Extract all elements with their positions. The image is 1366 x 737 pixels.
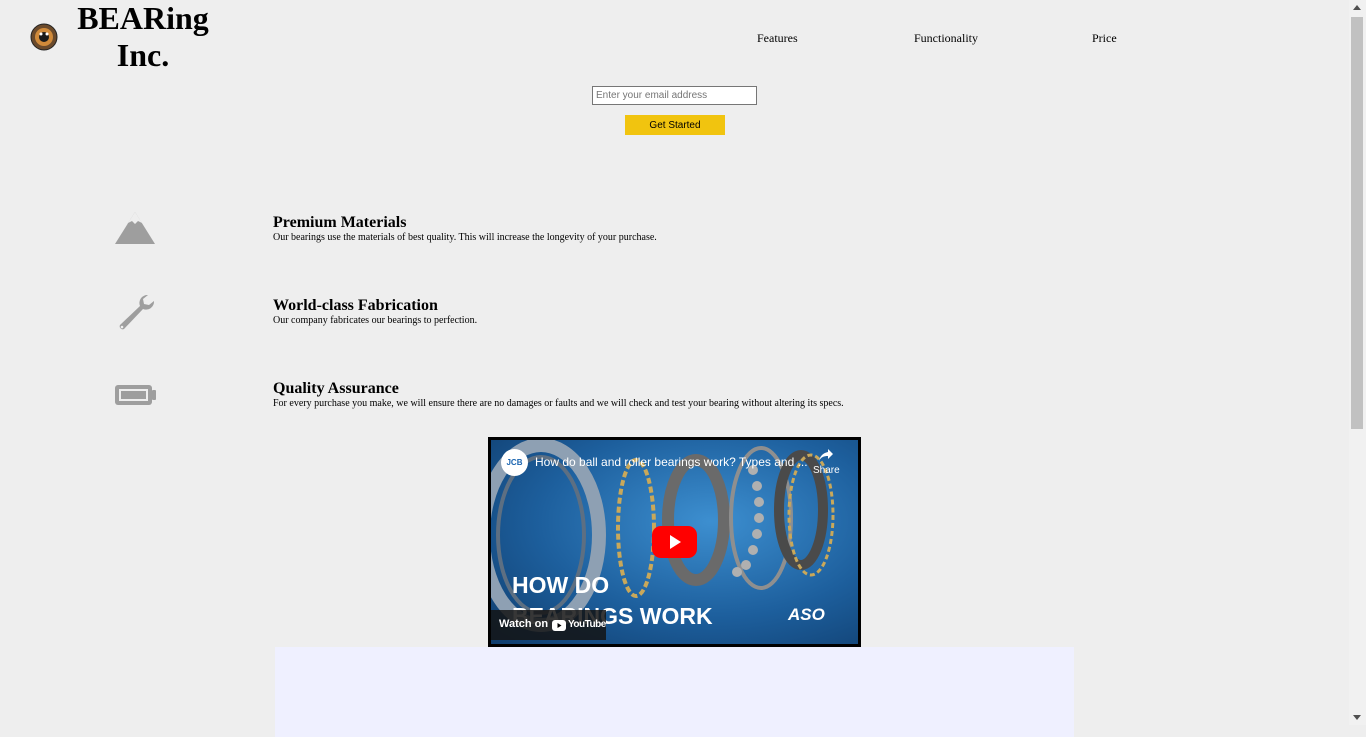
play-icon (670, 535, 681, 549)
share-button[interactable]: Share (813, 448, 840, 476)
wrench-icon (112, 293, 158, 333)
watch-on-label: Watch on (499, 618, 549, 630)
video-title[interactable]: How do ball and roller bearings work? Ty… (535, 455, 808, 469)
watch-on-youtube[interactable]: Watch on YouTube (491, 610, 606, 640)
scrollbar-thumb[interactable] (1351, 17, 1363, 429)
video-embed[interactable]: JCB How do ball and roller bearings work… (488, 437, 861, 647)
battery-icon (112, 376, 158, 416)
feature-desc-fabrication: Our company fabricates our bearings to p… (273, 315, 478, 326)
get-started-button[interactable]: Get Started (625, 115, 725, 135)
brand-name: BEARing Inc. (70, 0, 216, 74)
nav-link-features-label[interactable]: Features (757, 31, 798, 45)
feature-title-quality: Quality Assurance (273, 380, 399, 397)
share-label: Share (813, 465, 840, 476)
feature-desc-quality: For every purchase you make, we will ens… (273, 398, 844, 409)
nav-link-features[interactable]: Features (757, 31, 798, 46)
scrollbar[interactable] (1349, 0, 1366, 725)
video-thumbnail[interactable]: JCB How do ball and roller bearings work… (491, 440, 858, 644)
mountain-icon (112, 210, 158, 250)
feature-title-materials: Premium Materials (273, 214, 407, 231)
feature-title-fabrication: World-class Fabrication (273, 297, 438, 314)
channel-logo: ASO (788, 605, 825, 624)
play-button[interactable] (652, 526, 697, 558)
email-input[interactable] (592, 86, 757, 105)
scroll-up-icon[interactable] (1353, 5, 1361, 10)
share-icon (819, 449, 834, 461)
youtube-wordmark: YouTube (568, 619, 606, 630)
video-overlay-line-1: HOW DO (512, 572, 610, 598)
company-logo (30, 22, 58, 52)
brand-line-2: Inc. (116, 37, 170, 73)
nav-link-functionality[interactable]: Functionality (914, 31, 978, 46)
youtube-icon (552, 620, 566, 631)
brand-line-1: BEARing (77, 0, 209, 36)
nav-link-functionality-label[interactable]: Functionality (914, 31, 978, 45)
nav-link-price[interactable]: Price (1092, 31, 1117, 46)
channel-avatar[interactable]: JCB (501, 449, 528, 476)
feature-desc-materials: Our bearings use the materials of best q… (273, 232, 657, 243)
pricing-section (275, 647, 1074, 737)
nav-link-price-label[interactable]: Price (1092, 31, 1117, 45)
scroll-down-icon[interactable] (1353, 715, 1361, 720)
